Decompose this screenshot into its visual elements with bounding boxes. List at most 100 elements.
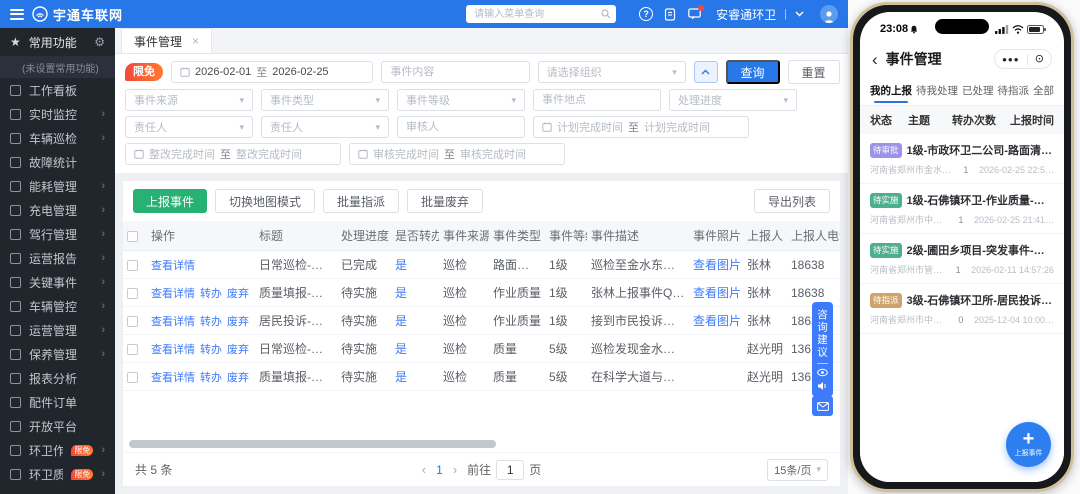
cell-transferred[interactable]: 是 [391,284,439,301]
help-icon[interactable]: ? [638,6,654,22]
sidebar-item-vehicle-inspection[interactable]: 车辆巡检 › [0,126,115,150]
sidebar-item-fault-stats[interactable]: 故障统计 [0,150,115,174]
row-checkbox[interactable] [127,343,138,355]
back-icon[interactable]: ‹ [872,51,878,68]
view-photo-link[interactable]: 查看图片 [689,284,743,301]
sidebar-item-realtime-monitor[interactable]: 实时监控 › [0,102,115,126]
event-type-select[interactable]: 事件类型 ▾ [261,89,389,111]
event-source-select[interactable]: 事件来源 ▾ [125,89,253,111]
row-checkbox[interactable] [127,259,138,271]
auditor-field[interactable] [397,116,525,138]
avatar[interactable] [820,5,838,23]
scrollbar-thumb[interactable] [129,440,496,448]
view-photo-link[interactable]: 查看图片 [689,256,743,273]
menu-search-input[interactable] [466,5,617,23]
audit-time-range[interactable]: 审核完成时间 至 审核完成时间 [349,143,565,165]
report-date-range[interactable]: 2026-02-01 至 2026-02-25 [171,61,374,83]
event-location-field[interactable] [533,89,661,111]
transfer-link[interactable]: 转办 [200,313,222,329]
close-icon[interactable]: × [192,34,199,48]
batch-discard-button[interactable]: 批量废弃 [407,189,484,213]
sidebar-favorites[interactable]: ★ 常用功能 ⚙ [0,28,115,56]
sidebar-item-energy[interactable]: 能耗管理 › [0,174,115,198]
sidebar-item-dashboard[interactable]: 工作看板 [0,78,115,102]
cell-transferred[interactable]: 是 [391,340,439,357]
sidebar-item-operation-mgmt[interactable]: 运营管理 › [0,318,115,342]
goto-page-input[interactable] [496,459,525,480]
eye-icon[interactable] [817,368,828,377]
sidebar-item-operation-report[interactable]: 运营报告 › [0,246,115,270]
sidebar-item-sanitation-plan[interactable]: 环卫作业方案限免› [0,438,115,462]
discard-link[interactable]: 废弃 [227,341,249,357]
query-button[interactable]: 查询 [725,60,780,84]
org-select[interactable]: 请选择组织 ▾ [537,61,686,83]
progress-select[interactable]: 处理进度 ▾ [669,89,797,111]
phone-list-item[interactable]: 待实施 1级-石佛镇环卫-作业质量-质量填报-南… 河南省郑州市中牟县九龙街道观… [860,184,1064,234]
discard-link[interactable]: 废弃 [227,285,249,301]
view-photo-link[interactable]: 查看图片 [689,312,743,329]
auditor-input[interactable] [406,121,516,133]
exit-icon[interactable]: ⊙ [1035,53,1044,65]
phone-tab-pending-mine[interactable]: 待我处理 [916,77,958,104]
transfer-link[interactable]: 转办 [200,285,222,301]
reset-button[interactable]: 重置 [787,60,840,84]
horizontal-scrollbar[interactable] [129,440,834,448]
event-location-input[interactable] [542,94,652,106]
org-name[interactable]: 安睿通环卫 [716,6,776,23]
sidebar-item-vehicle-control[interactable]: 车辆管控 › [0,294,115,318]
cell-transferred[interactable]: 是 [391,368,439,385]
view-detail-link[interactable]: 查看详情 [151,313,195,329]
sidebar-item-maintenance[interactable]: 保养管理 › [0,342,115,366]
cell-transferred[interactable]: 是 [391,312,439,329]
sidebar-item-charging[interactable]: 充电管理 › [0,198,115,222]
mail-widget[interactable] [812,396,833,416]
chevron-down-icon[interactable] [795,11,804,17]
phone-tab-all[interactable]: 全部 [1033,77,1054,104]
view-detail-link[interactable]: 查看详情 [151,369,195,385]
owner-select-1[interactable]: 责任人 ▾ [125,116,253,138]
view-detail-link[interactable]: 查看详情 [151,341,195,357]
menu-icon[interactable] [10,8,24,20]
phone-tab-processed[interactable]: 已处理 [962,77,994,104]
rectify-time-range[interactable]: 整改完成时间 至 整改完成时间 [125,143,341,165]
transfer-link[interactable]: 转办 [200,369,222,385]
switch-map-mode-button[interactable]: 切换地图模式 [215,189,316,213]
sidebar-item-open-platform[interactable]: 开放平台 [0,414,115,438]
prev-page-button[interactable]: ‹ [422,462,426,477]
page-number[interactable]: 1 [436,463,443,477]
view-detail-link[interactable]: 查看详情 [151,257,195,273]
sidebar-item-sanitation-quality[interactable]: 环卫质量管理限免› [0,462,115,486]
tab-event-management[interactable]: 事件管理 × [121,28,213,53]
batch-assign-button[interactable]: 批量指派 [323,189,400,213]
select-all-checkbox[interactable] [127,230,138,242]
phone-tab-my-reports[interactable]: 我的上报 [870,77,912,104]
row-checkbox[interactable] [127,287,138,299]
phone-list-item[interactable]: 待审批 1级-市政环卫二公司-路面清扫质量-日常… 河南省郑州市金水区祭城路街道… [860,134,1064,184]
report-event-button[interactable]: 上报事件 [133,189,208,213]
export-list-button[interactable]: 导出列表 [753,189,830,213]
feedback-widget[interactable]: 咨询建议 [812,302,833,397]
next-page-button[interactable]: › [453,462,457,477]
discard-link[interactable]: 废弃 [227,313,249,329]
more-icon[interactable]: ●●● [1002,55,1020,64]
speaker-icon[interactable] [817,381,828,391]
gear-icon[interactable]: ⚙ [94,35,105,49]
message-icon[interactable] [686,5,705,22]
report-event-fab[interactable]: + 上报事件 [1006,422,1051,467]
sidebar-item-report-analysis[interactable]: 报表分析 [0,366,115,390]
phone-list-item[interactable]: 待实施 2级-圃田乡项目-突发事件-路面泥浆遗撒 河南省郑州市管城回族区圃田乡…… [860,234,1064,284]
plan-time-range[interactable]: 计划完成时间 至 计划完成时间 [533,116,749,138]
sidebar-item-parts-order[interactable]: 配件订单 [0,390,115,414]
page-size-select[interactable]: 15条/页 ▾ [767,458,828,481]
event-content-field[interactable] [381,61,530,83]
menu-search[interactable] [466,5,617,23]
row-checkbox[interactable] [127,371,138,383]
sidebar-item-driving[interactable]: 驾行管理 › [0,222,115,246]
phone-list-item[interactable]: 待指派 3级-石佛镇环卫所-居民投诉-垃圾车滴… 河南省郑州市中原区石佛镇电厂…… [860,284,1064,334]
collapse-filters-button[interactable] [693,61,718,83]
transfer-link[interactable]: 转办 [200,341,222,357]
sidebar-item-key-events[interactable]: 关键事件 › [0,270,115,294]
event-content-input[interactable] [390,66,521,78]
view-detail-link[interactable]: 查看详情 [151,285,195,301]
cell-transferred[interactable]: 是 [391,256,439,273]
